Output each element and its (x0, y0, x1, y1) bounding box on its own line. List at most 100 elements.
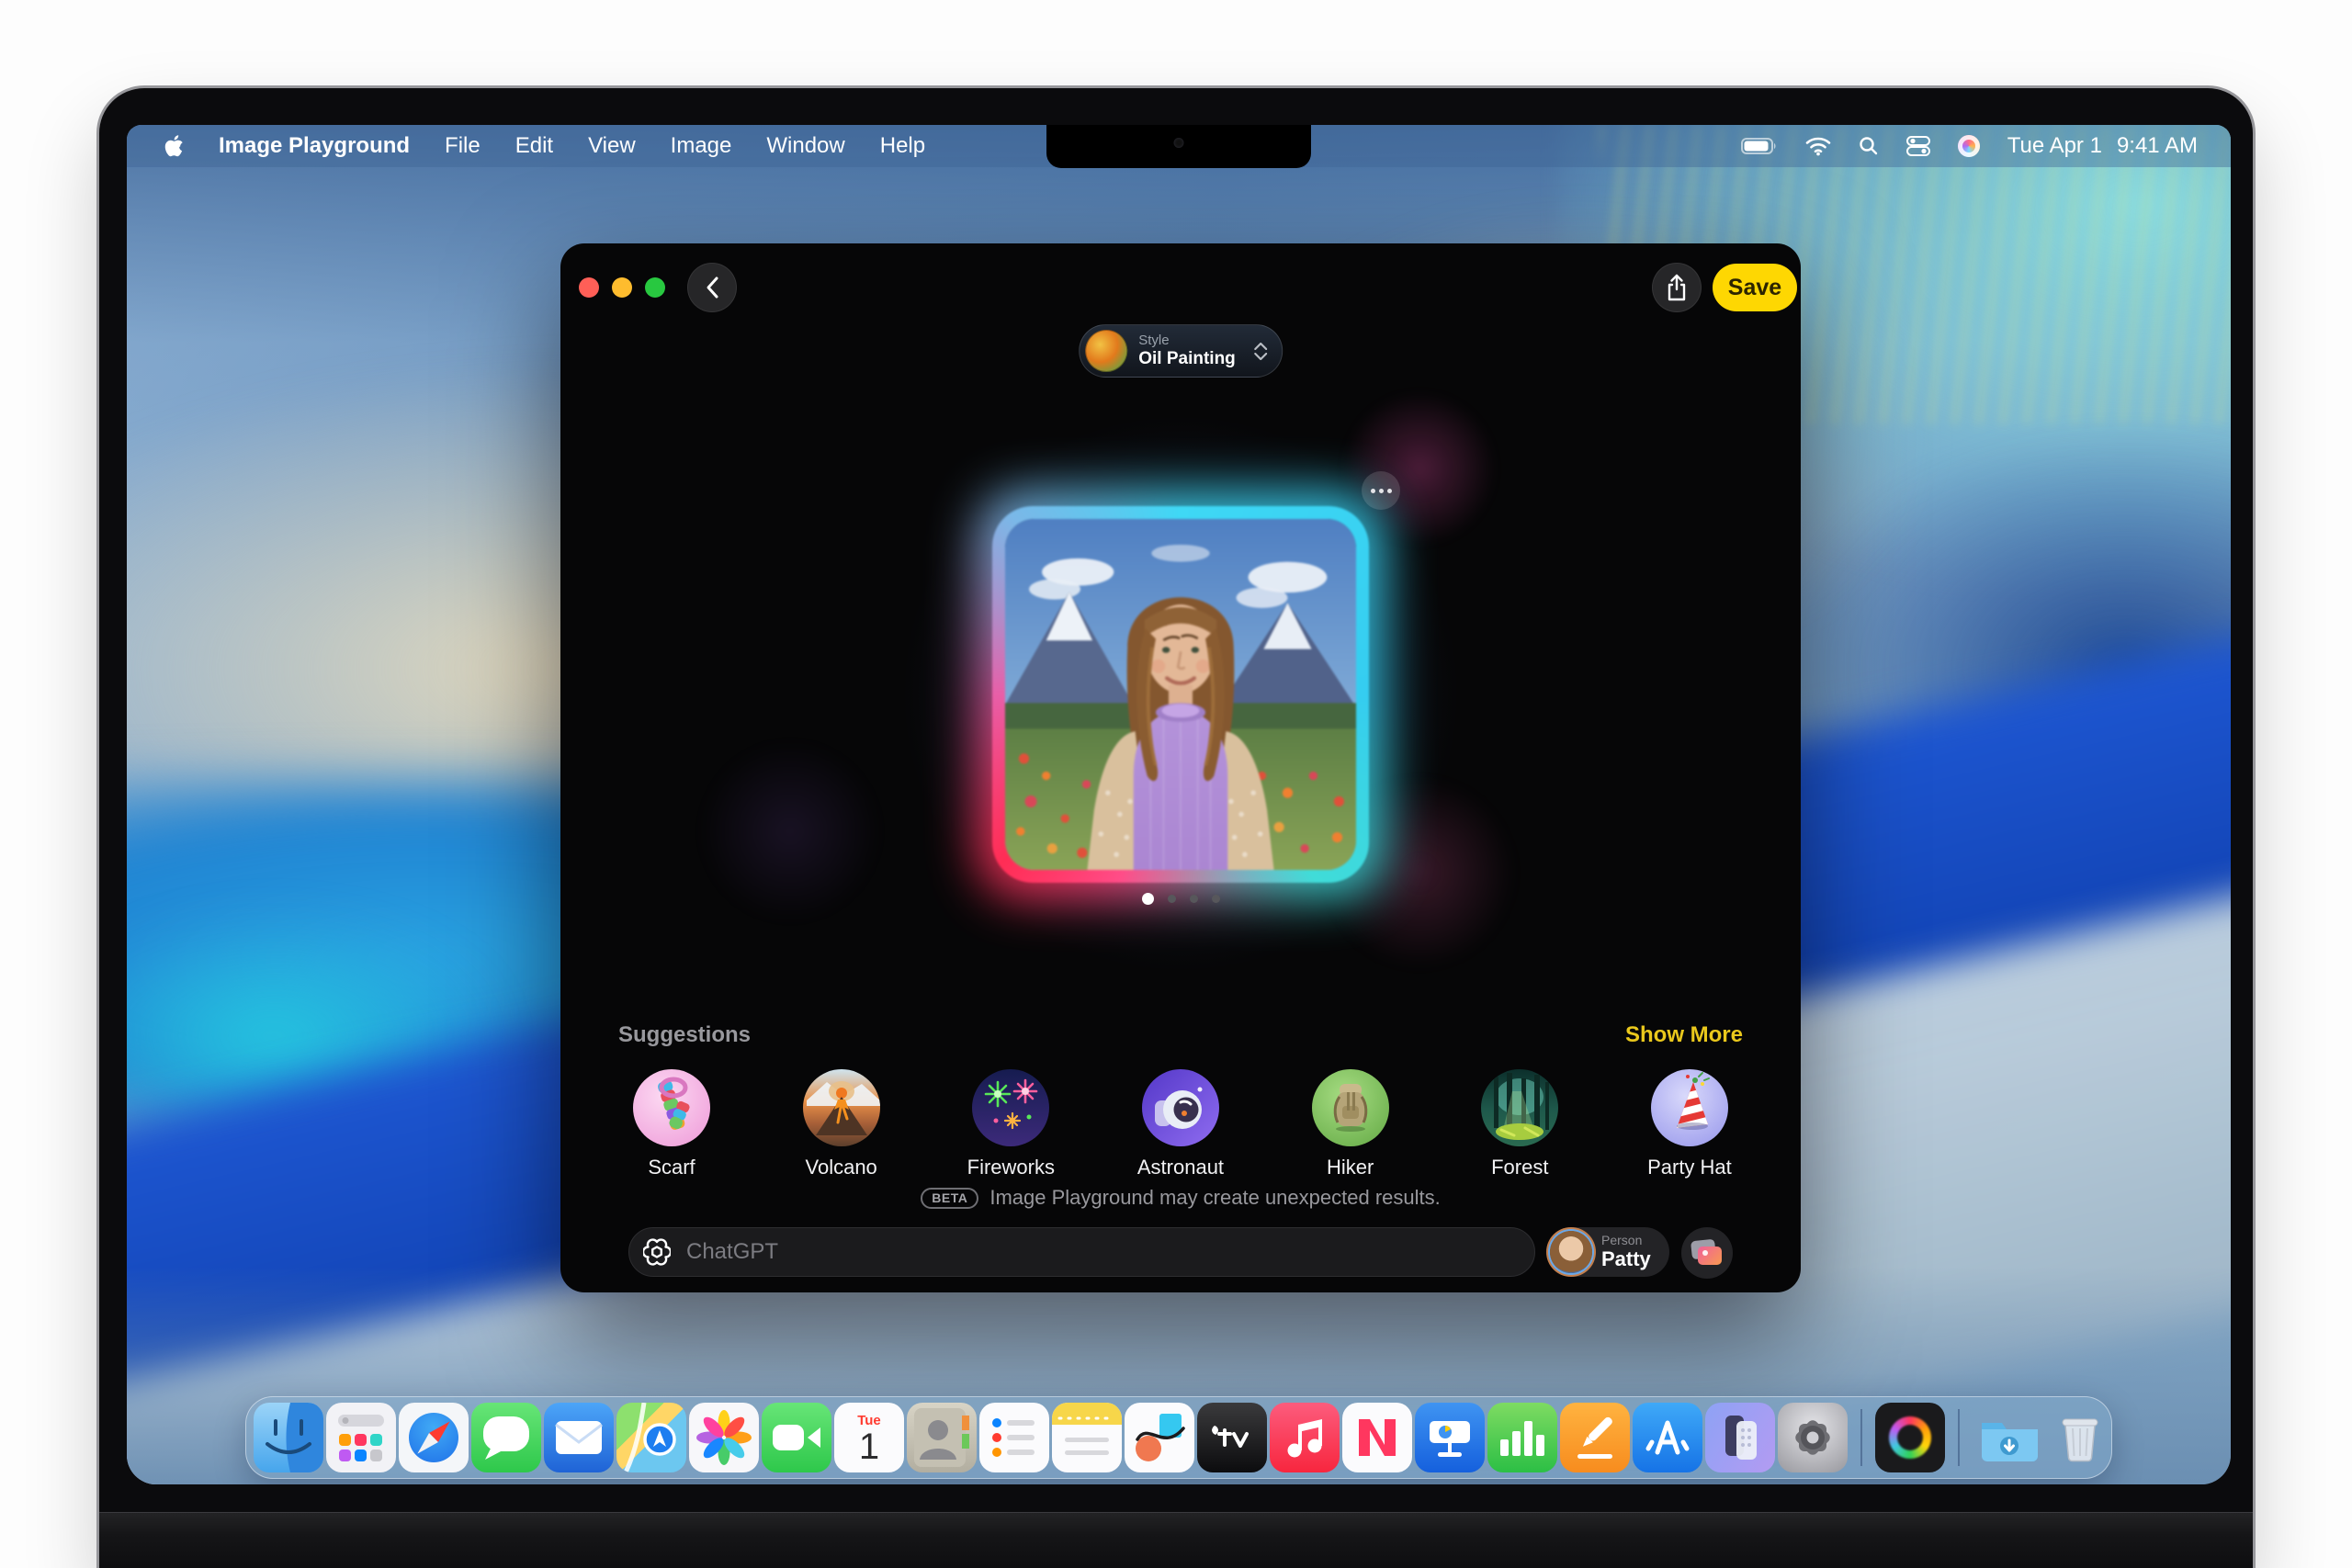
volcano-icon (803, 1069, 880, 1146)
active-app-name[interactable]: Image Playground (219, 133, 410, 159)
camera-icon (1174, 138, 1184, 148)
zoom-button[interactable] (645, 277, 665, 298)
menu-bar-time[interactable]: 9:41 AM (2117, 133, 2198, 159)
wifi-icon[interactable] (1805, 136, 1831, 156)
suggestion-party-hat[interactable]: Party Hat (1636, 1069, 1743, 1179)
carousel-dot[interactable] (1190, 895, 1198, 903)
dock-icon-reminders[interactable] (979, 1403, 1049, 1472)
share-icon (1666, 274, 1688, 301)
menu-bar-date[interactable]: Tue Apr 1 (2007, 133, 2102, 159)
minimize-button[interactable] (612, 277, 632, 298)
menu-edit[interactable]: Edit (515, 133, 553, 159)
suggestions-title: Suggestions (618, 1022, 751, 1048)
scarf-icon (633, 1069, 710, 1146)
party-hat-icon (1651, 1069, 1728, 1146)
share-button[interactable] (1652, 263, 1702, 312)
dock-icon-downloads[interactable] (1973, 1403, 2042, 1472)
dock-icon-mail[interactable] (544, 1403, 614, 1472)
dock-divider (1958, 1409, 1960, 1466)
dock-icon-iphone-mirroring[interactable] (1705, 1403, 1775, 1472)
screen: Image Playground File Edit View Image Wi… (127, 125, 2231, 1484)
generated-image[interactable] (992, 506, 1369, 883)
dock-icon-image-playground[interactable] (1875, 1403, 1945, 1472)
carousel-dot-active[interactable] (1142, 893, 1154, 905)
suggestion-label: Hiker (1327, 1156, 1374, 1179)
suggestion-hiker[interactable]: Hiker (1297, 1069, 1404, 1179)
suggestion-scarf[interactable]: Scarf (618, 1069, 725, 1179)
astronaut-icon (1142, 1069, 1219, 1146)
dock-icon-facetime[interactable] (762, 1403, 831, 1472)
image-glow-border (992, 506, 1369, 883)
dock-icon-tv[interactable] (1197, 1403, 1267, 1472)
menu-image[interactable]: Image (671, 133, 732, 159)
dock-icon-numbers[interactable] (1487, 1403, 1557, 1472)
close-button[interactable] (579, 277, 599, 298)
menu-view[interactable]: View (588, 133, 636, 159)
back-chevron-icon (703, 276, 721, 299)
person-chip-kind: Person (1601, 1234, 1651, 1247)
macbook-frame: Image Playground File Edit View Image Wi… (96, 85, 2256, 1568)
dock-icon-launchpad[interactable] (326, 1403, 396, 1472)
carousel-dots (560, 893, 1801, 905)
menu-file[interactable]: File (445, 133, 481, 159)
dock-icon-trash[interactable] (2045, 1403, 2115, 1472)
dock-icon-app-store[interactable] (1633, 1403, 1702, 1472)
dock-icon-calendar[interactable]: Tue 1 (834, 1403, 904, 1472)
suggestion-label: Astronaut (1137, 1156, 1224, 1179)
dock-icon-system-settings[interactable] (1778, 1403, 1848, 1472)
suggestion-astronaut[interactable]: Astronaut (1127, 1069, 1234, 1179)
dock-icon-freeform[interactable] (1125, 1403, 1194, 1472)
suggestion-volcano[interactable]: Volcano (788, 1069, 895, 1179)
apple-intelligence-icon[interactable] (1958, 135, 1980, 157)
control-center-icon[interactable] (1906, 136, 1930, 156)
dock-icon-keynote[interactable] (1415, 1403, 1485, 1472)
show-more-button[interactable]: Show More (1625, 1022, 1743, 1048)
save-button[interactable]: Save (1713, 264, 1797, 311)
dock-divider (1860, 1409, 1862, 1466)
carousel-dot[interactable] (1212, 895, 1220, 903)
apple-logo-icon (164, 134, 184, 158)
more-options-button[interactable] (1362, 471, 1400, 510)
style-picker[interactable]: Style Oil Painting (1079, 324, 1283, 378)
display-notch (1046, 125, 1311, 168)
suggestions-row: Scarf (618, 1069, 1743, 1179)
beta-badge: BETA (921, 1188, 978, 1209)
photo-picker-button[interactable] (1681, 1227, 1733, 1279)
image-playground-swirl-icon (1889, 1416, 1931, 1459)
calendar-weekday: Tue (857, 1413, 881, 1428)
hiker-icon (1312, 1069, 1389, 1146)
suggestion-label: Volcano (806, 1156, 877, 1179)
dock-icon-messages[interactable] (471, 1403, 541, 1472)
dock-icon-maps[interactable] (616, 1403, 686, 1472)
suggestion-forest[interactable]: Forest (1466, 1069, 1573, 1179)
ellipsis-icon (1371, 489, 1375, 493)
dock-icon-news[interactable] (1342, 1403, 1412, 1472)
person-chip-name: Patty (1601, 1248, 1651, 1270)
style-thumbnail (1085, 330, 1127, 372)
suggestion-fireworks[interactable]: Fireworks (957, 1069, 1064, 1179)
prompt-input[interactable] (628, 1227, 1535, 1277)
battery-icon[interactable] (1741, 137, 1778, 155)
dock-icon-photos[interactable] (689, 1403, 759, 1472)
dock-icon-pages[interactable] (1560, 1403, 1630, 1472)
spotlight-icon[interactable] (1859, 136, 1879, 156)
carousel-dot[interactable] (1168, 895, 1176, 903)
dock-icon-notes[interactable] (1052, 1403, 1122, 1472)
beta-disclaimer: Image Playground may create unexpected r… (989, 1186, 1440, 1210)
menu-help[interactable]: Help (880, 133, 925, 159)
person-chip[interactable]: Person Patty (1546, 1227, 1669, 1277)
openai-logo-icon (643, 1238, 671, 1266)
image-playground-window: Save Style Oil Painting (560, 243, 1801, 1292)
dock-icon-safari[interactable] (399, 1403, 469, 1472)
suggestion-label: Fireworks (967, 1156, 1055, 1179)
suggestion-label: Forest (1491, 1156, 1548, 1179)
back-button[interactable] (687, 263, 737, 312)
dock-icon-contacts[interactable] (907, 1403, 977, 1472)
apple-menu[interactable] (164, 134, 184, 158)
style-picker-label: Style (1138, 333, 1236, 348)
dock-icon-finder[interactable] (254, 1403, 323, 1472)
suggestion-label: Scarf (648, 1156, 695, 1179)
dock-icon-music[interactable] (1270, 1403, 1340, 1472)
menu-window[interactable]: Window (766, 133, 844, 159)
avatar (1550, 1231, 1592, 1273)
